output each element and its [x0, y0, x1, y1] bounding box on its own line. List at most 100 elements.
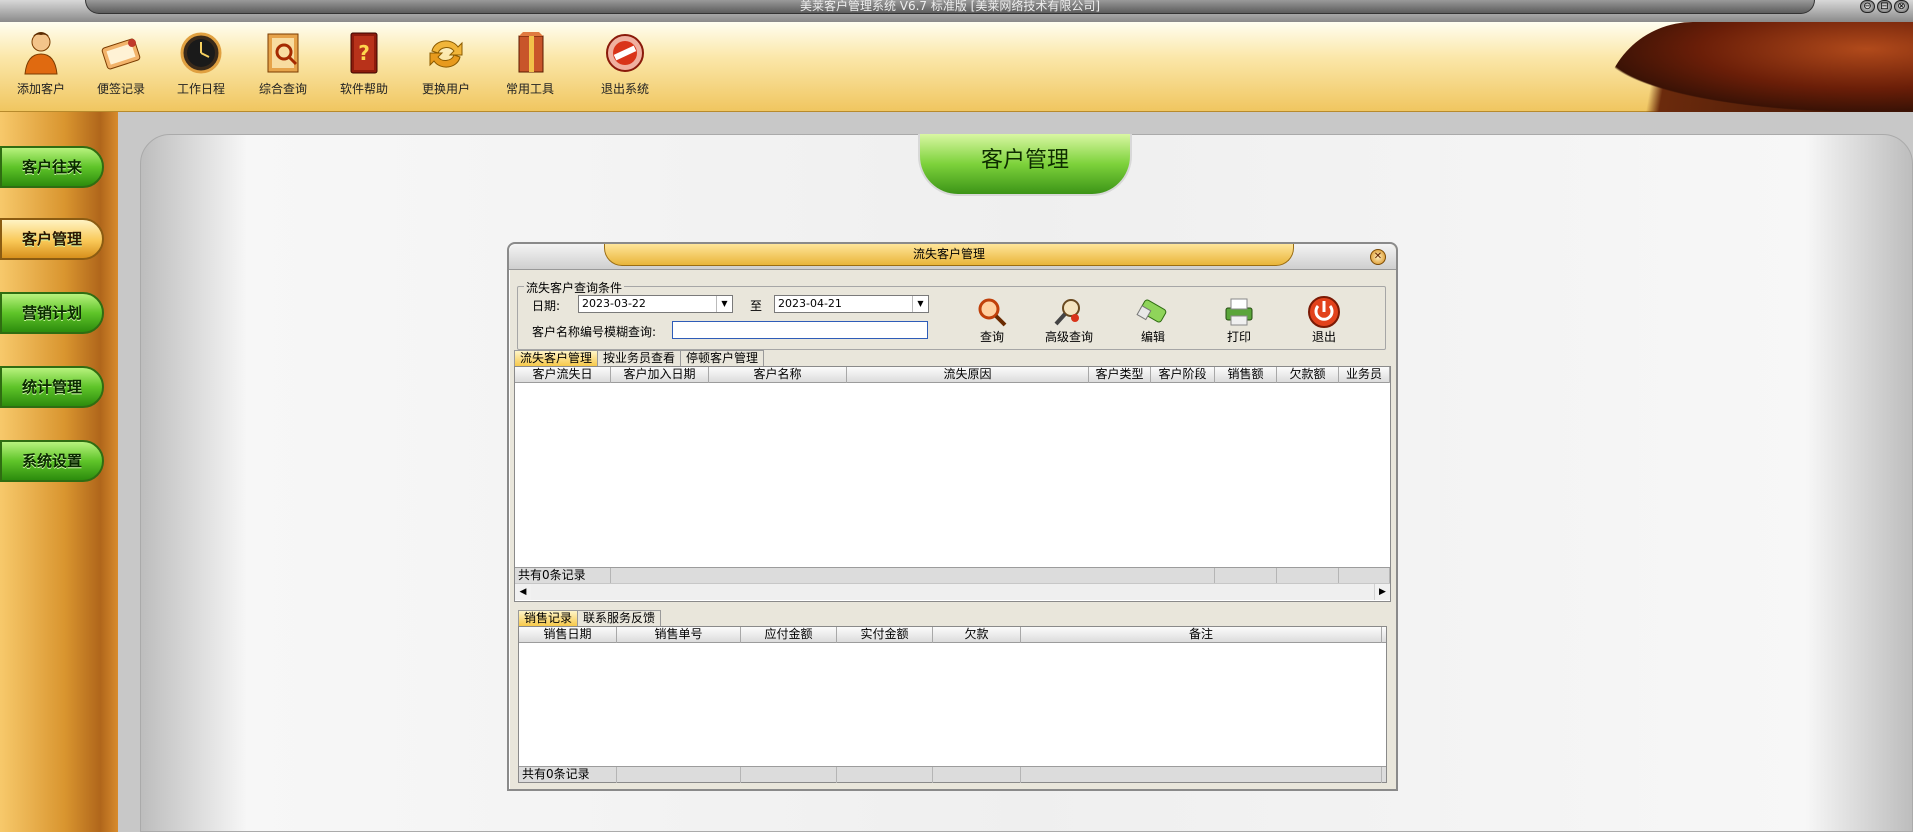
table-footer: 共有0条记录 — [515, 567, 1390, 584]
table-footer: 共有0条记录 — [519, 766, 1386, 783]
tab-service-feedback[interactable]: 联系服务反馈 — [577, 610, 662, 626]
toolbar-switch-user[interactable]: 更换用户 — [411, 30, 481, 97]
sidebar-item-customer-contacts[interactable]: 客户往来 — [0, 146, 104, 188]
window-title-bar: 美莱客户管理系统 V6.7 标准版 [美莱网络技术有限公司] ⊖ ⊟ ⊗ — [0, 0, 1913, 22]
column-header[interactable]: 客户阶段 — [1151, 367, 1215, 383]
page-title: 客户管理 — [918, 134, 1132, 196]
query-button[interactable]: 查询 — [962, 294, 1022, 345]
title-cap: 美莱客户管理系统 V6.7 标准版 [美莱网络技术有限公司] — [85, 0, 1815, 14]
tools-icon — [507, 30, 553, 76]
window-title: 美莱客户管理系统 V6.7 标准版 [美莱网络技术有限公司] — [799, 0, 1101, 13]
print-button[interactable]: 打印 — [1209, 294, 1269, 345]
date-to-picker[interactable]: 2023-04-21 ▼ — [774, 295, 929, 313]
date-to-value: 2023-04-21 — [778, 297, 842, 310]
eraser-edit-icon — [1135, 294, 1171, 330]
tab-by-salesperson[interactable]: 按业务员查看 — [597, 350, 682, 366]
table-header: 销售日期 销售单号 应付金额 实付金额 欠款 备注 — [519, 627, 1386, 643]
toolbar-label: 更换用户 — [421, 82, 470, 96]
top-tab-strip: 流失客户管理 按业务员查看 停顿客户管理 — [514, 350, 765, 366]
sales-records-table[interactable]: 销售日期 销售单号 应付金额 实付金额 欠款 备注 共有0条记录 — [518, 626, 1387, 783]
sidebar-item-marketing-plan[interactable]: 营销计划 — [0, 292, 104, 334]
notes-icon — [98, 30, 144, 76]
toolbar-label: 便签记录 — [96, 82, 145, 96]
query-label: 查询 — [979, 330, 1004, 344]
column-header[interactable]: 销售单号 — [617, 627, 741, 643]
sidebar-item-statistics[interactable]: 统计管理 — [0, 366, 104, 408]
column-header[interactable]: 实付金额 — [837, 627, 933, 643]
column-header[interactable]: 应付金额 — [741, 627, 837, 643]
toolbar-label: 综合查询 — [258, 82, 307, 96]
toolbar-decoration — [1603, 22, 1913, 112]
toolbar-label: 工作日程 — [176, 82, 225, 96]
dialog-close-icon[interactable]: ✕ — [1370, 249, 1386, 265]
help-book-icon: ? — [341, 30, 387, 76]
toolbar-label: 添加客户 — [16, 82, 65, 96]
minimize-button[interactable]: ⊖ — [1860, 0, 1875, 13]
name-search-input[interactable] — [672, 321, 928, 339]
dialog-title: 流失客户管理 — [604, 244, 1294, 266]
exit-dialog-button[interactable]: 退出 — [1294, 294, 1354, 345]
advanced-query-label: 高级查询 — [1044, 330, 1093, 344]
sidebar-item-system-settings[interactable]: 系统设置 — [0, 440, 104, 482]
column-header[interactable]: 销售额 — [1215, 367, 1277, 383]
column-header[interactable]: 客户流失日 — [515, 367, 611, 383]
record-count: 共有0条记录 — [519, 767, 617, 783]
toolbar-help[interactable]: ? 软件帮助 — [329, 30, 399, 97]
magnifier-icon — [974, 294, 1010, 330]
toolbar-schedule[interactable]: 工作日程 — [166, 30, 236, 97]
scroll-left-icon[interactable]: ◀ — [515, 584, 531, 600]
schedule-icon — [178, 30, 224, 76]
column-header[interactable]: 销售日期 — [519, 627, 617, 643]
edit-button[interactable]: 编辑 — [1123, 294, 1183, 345]
scroll-right-icon[interactable]: ▶ — [1374, 584, 1390, 600]
column-header[interactable]: 欠款 — [933, 627, 1021, 643]
power-icon — [1306, 294, 1342, 330]
lost-customer-dialog: 流失客户管理 ✕ 流失客户查询条件 日期: 2023-03-22 ▼ 至 202… — [507, 242, 1398, 791]
chevron-down-icon[interactable]: ▼ — [912, 296, 928, 312]
exit-icon — [602, 30, 648, 76]
print-label: 打印 — [1226, 330, 1251, 344]
left-sidebar: 客户往来 客户管理 营销计划 统计管理 系统设置 — [0, 112, 118, 832]
date-label: 日期: — [532, 299, 561, 313]
tab-stalled-customers[interactable]: 停顿客户管理 — [680, 350, 765, 366]
advanced-query-button[interactable]: 高级查询 — [1039, 294, 1099, 345]
horizontal-scrollbar[interactable]: ◀ ▶ — [515, 583, 1390, 600]
search-book-icon — [260, 30, 306, 76]
toolbar-add-customer[interactable]: 添加客户 — [6, 30, 76, 97]
to-label: 至 — [750, 299, 763, 313]
tab-sales-records[interactable]: 销售记录 — [518, 610, 579, 626]
toolbar-exit[interactable]: 退出系统 — [590, 30, 660, 97]
toolbar-label: 退出系统 — [600, 82, 649, 96]
main-toolbar: 添加客户 便签记录 工作日程 综合查询 ? 软件帮助 更换用户 常用工具 退出系… — [0, 22, 1913, 112]
toolbar-tools[interactable]: 常用工具 — [495, 30, 565, 97]
toolbar-label: 软件帮助 — [339, 82, 388, 96]
dialog-title-bar: 流失客户管理 ✕ — [509, 244, 1396, 270]
date-from-value: 2023-03-22 — [582, 297, 646, 310]
toolbar-general-query[interactable]: 综合查询 — [248, 30, 318, 97]
close-window-button[interactable]: ⊗ — [1894, 0, 1909, 13]
toolbar-notes[interactable]: 便签记录 — [86, 30, 156, 97]
column-header[interactable]: 业务员 — [1339, 367, 1390, 383]
column-header[interactable]: 客户名称 — [709, 367, 847, 383]
record-count: 共有0条记录 — [515, 568, 611, 584]
bottom-tab-strip: 销售记录 联系服务反馈 — [518, 610, 662, 626]
column-header[interactable]: 备注 — [1021, 627, 1382, 643]
tab-lost-customers[interactable]: 流失客户管理 — [514, 350, 599, 366]
lost-customer-table[interactable]: 客户流失日 客户加入日期 客户名称 流失原因 客户类型 客户阶段 销售额 欠款额… — [514, 366, 1391, 602]
table-header: 客户流失日 客户加入日期 客户名称 流失原因 客户类型 客户阶段 销售额 欠款额… — [515, 367, 1390, 383]
edit-label: 编辑 — [1140, 330, 1165, 344]
column-header[interactable]: 客户加入日期 — [611, 367, 709, 383]
exit-dialog-label: 退出 — [1311, 330, 1336, 344]
window-controls: ⊖ ⊟ ⊗ — [1860, 0, 1909, 13]
add-customer-icon — [18, 30, 64, 76]
maximize-button[interactable]: ⊟ — [1877, 0, 1892, 13]
advanced-search-icon — [1051, 294, 1087, 330]
chevron-down-icon[interactable]: ▼ — [716, 296, 732, 312]
column-header[interactable]: 客户类型 — [1089, 367, 1151, 383]
sidebar-item-customer-management[interactable]: 客户管理 — [0, 218, 104, 260]
switch-user-icon — [423, 30, 469, 76]
column-header[interactable]: 欠款额 — [1277, 367, 1339, 383]
column-header[interactable]: 流失原因 — [847, 367, 1089, 383]
svg-text:?: ? — [358, 41, 370, 65]
date-from-picker[interactable]: 2023-03-22 ▼ — [578, 295, 733, 313]
